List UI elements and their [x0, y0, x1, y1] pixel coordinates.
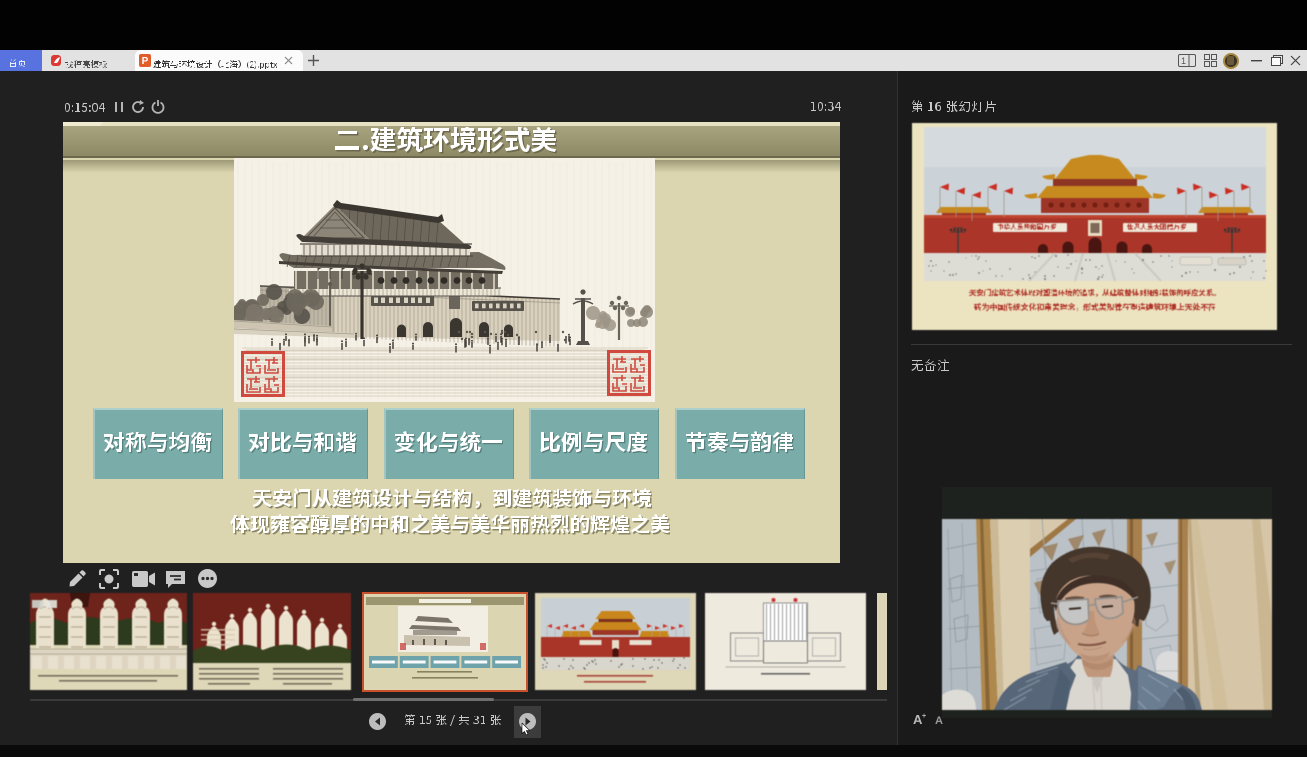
svg-text:1: 1: [1181, 56, 1186, 66]
svg-text:P: P: [142, 56, 149, 67]
svg-text:+: +: [922, 713, 926, 720]
svg-text:A: A: [935, 715, 943, 727]
